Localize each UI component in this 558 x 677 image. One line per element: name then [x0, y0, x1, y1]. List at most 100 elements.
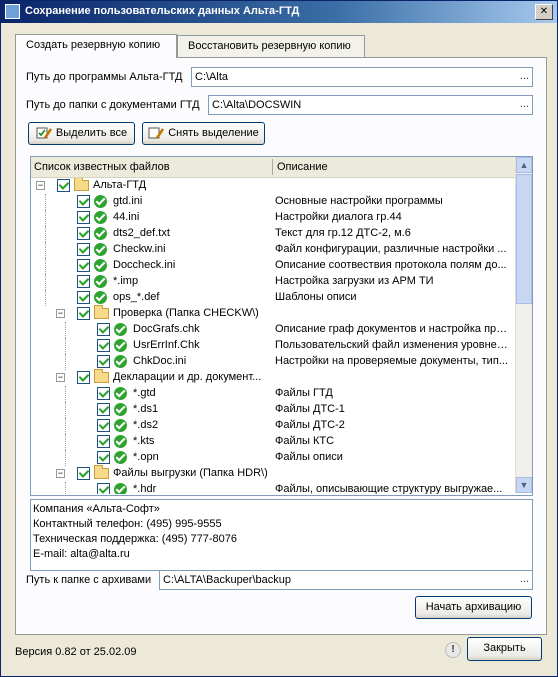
ok-status-icon	[114, 387, 127, 400]
tree-file-row[interactable]: ChkDoc.ini Настройки на проверяемые докум…	[31, 354, 515, 370]
start-archive-button[interactable]: Начать архивацию	[415, 596, 532, 619]
row-checkbox[interactable]	[77, 307, 90, 320]
row-name: DocGrafs.chk	[133, 323, 200, 335]
tree-file-row[interactable]: 44.ini Настройки диалога гр.44	[31, 210, 515, 226]
row-description: Шаблоны описи	[275, 291, 357, 303]
scroll-up-icon[interactable]: ▲	[516, 157, 532, 173]
tree-folder-row[interactable]: − Альта-ГТД	[31, 178, 515, 194]
row-checkbox[interactable]	[97, 339, 110, 352]
tab-restore-backup[interactable]: Восстановить резервную копию	[177, 35, 365, 57]
tree-guide-line	[45, 194, 46, 210]
window-close-icon[interactable]: ✕	[535, 4, 553, 20]
row-checkbox[interactable]	[77, 275, 90, 288]
close-button[interactable]: Закрыть	[467, 637, 542, 661]
select-all-label: Выделить все	[55, 127, 128, 139]
row-checkbox[interactable]	[77, 211, 90, 224]
row-description: Описание соотвествия протокола полям до.…	[275, 259, 507, 271]
docs-path-field[interactable]: C:\Alta\DOCSWIN ...	[208, 95, 533, 115]
archive-path-label: Путь к папке с архивами	[26, 574, 152, 586]
tree-file-row[interactable]: *.kts Файлы КТС	[31, 434, 515, 450]
tree-file-row[interactable]: *.ds1 Файлы ДТС-1	[31, 402, 515, 418]
row-name: *.imp	[113, 275, 139, 287]
tree-scrollbar[interactable]: ▲ ▼	[515, 157, 532, 493]
select-all-button[interactable]: Выделить все	[28, 122, 135, 145]
pencil-uncheck-icon	[148, 126, 165, 140]
tree-file-row[interactable]: *.opn Файлы описи	[31, 450, 515, 466]
col-desc-header[interactable]: Описание	[277, 161, 328, 173]
docs-path-browse-button[interactable]: ...	[520, 98, 529, 110]
window-title: Сохранение пользовательских данных Альта…	[25, 5, 300, 17]
folder-icon	[74, 178, 89, 191]
tree-folder-row[interactable]: − Проверка (Папка CHECKW\)	[31, 305, 515, 322]
tree-folder-row[interactable]: − Файлы выгрузки (Папка HDR\)	[31, 465, 515, 482]
row-description: Файл конфигурации, различные настройки .…	[275, 243, 507, 255]
scroll-down-icon[interactable]: ▼	[516, 477, 532, 493]
row-description: Настройки на проверяемые документы, тип.…	[275, 355, 508, 367]
row-description: Файлы ДТС-2	[275, 419, 345, 431]
row-checkbox[interactable]	[77, 467, 90, 480]
row-checkbox[interactable]	[77, 291, 90, 304]
row-name: *.hdr	[133, 483, 157, 494]
row-name: *.opn	[133, 451, 159, 463]
row-name: Альта-ГТД	[93, 179, 147, 191]
row-description: Файлы ДТС-1	[275, 403, 345, 415]
row-checkbox[interactable]	[77, 259, 90, 272]
collapse-icon[interactable]: −	[56, 469, 65, 478]
ok-status-icon	[94, 227, 107, 240]
tree-file-row[interactable]: UsrErrInf.Chk Пользовательский файл измен…	[31, 338, 515, 354]
ok-status-icon	[94, 211, 107, 224]
row-checkbox[interactable]	[97, 451, 110, 464]
row-description: Пользовательский файл изменения уровней.…	[275, 339, 511, 351]
row-name: ChkDoc.ini	[133, 355, 187, 367]
row-name: dts2_def.txt	[113, 227, 170, 239]
archive-path-field[interactable]: C:\ALTA\Backuper\backup ...	[159, 570, 533, 590]
program-path-browse-button[interactable]: ...	[520, 70, 529, 82]
row-name: *.kts	[133, 435, 155, 447]
tree-file-row[interactable]: gtd.ini Основные настройки программы	[31, 194, 515, 210]
tree-file-row[interactable]: *.hdr Файлы, описывающие структуру выгруж…	[31, 482, 515, 494]
tree-file-row[interactable]: dts2_def.txt Текст для гр.12 ДТС-2, м.6	[31, 226, 515, 242]
column-separator[interactable]	[272, 159, 273, 175]
tree-folder-row[interactable]: − Декларации и др. документ...	[31, 369, 515, 386]
tree-file-row[interactable]: DocGrafs.chk Описание граф документов и н…	[31, 322, 515, 338]
row-checkbox[interactable]	[97, 387, 110, 400]
files-tree[interactable]: Список известных файлов Описание − Альта-…	[30, 156, 533, 496]
row-checkbox[interactable]	[97, 435, 110, 448]
collapse-icon[interactable]: −	[56, 373, 65, 382]
tree-file-row[interactable]: Doccheck.ini Описание соотвествия протоко…	[31, 258, 515, 274]
collapse-icon[interactable]: −	[56, 309, 65, 318]
row-checkbox[interactable]	[97, 419, 110, 432]
row-checkbox[interactable]	[77, 195, 90, 208]
title-bar[interactable]: Сохранение пользовательских данных Альта…	[1, 1, 557, 23]
row-checkbox[interactable]	[97, 403, 110, 416]
row-checkbox[interactable]	[77, 371, 90, 384]
tab-create-backup[interactable]: Создать резервную копию	[15, 34, 177, 58]
deselect-label: Снять выделение	[168, 127, 259, 139]
tree-file-row[interactable]: ops_*.def Шаблоны описи	[31, 290, 515, 306]
collapse-icon[interactable]: −	[36, 181, 45, 190]
row-description: Файлы, описывающие структуру выгружае...	[275, 483, 503, 494]
tree-guide-line	[65, 482, 66, 494]
program-path-field[interactable]: C:\Alta ...	[191, 67, 533, 87]
tree-file-row[interactable]: Checkw.ini Файл конфигурации, различные н…	[31, 242, 515, 258]
row-checkbox[interactable]	[97, 483, 110, 494]
col-files-header[interactable]: Список известных файлов	[34, 161, 170, 173]
row-checkbox[interactable]	[77, 227, 90, 240]
tree-guide-line	[45, 274, 46, 290]
ok-status-icon	[94, 259, 107, 272]
row-description: Описание граф документов и настройка про…	[275, 323, 511, 335]
tree-file-row[interactable]: *.imp Настройка загрузки из АРМ ТИ	[31, 274, 515, 290]
tree-file-row[interactable]: *.gtd Файлы ГТД	[31, 386, 515, 402]
row-checkbox[interactable]	[57, 179, 70, 192]
deselect-button[interactable]: Снять выделение	[142, 122, 265, 145]
scroll-thumb[interactable]	[516, 174, 532, 304]
row-checkbox[interactable]	[97, 323, 110, 336]
info-icon[interactable]: !	[445, 642, 461, 658]
tree-file-row[interactable]: *.ds2 Файлы ДТС-2	[31, 418, 515, 434]
archive-path-browse-button[interactable]: ...	[520, 573, 529, 585]
row-checkbox[interactable]	[97, 355, 110, 368]
ok-status-icon	[114, 435, 127, 448]
ok-status-icon	[114, 419, 127, 432]
tree-guide-line	[65, 434, 66, 450]
row-checkbox[interactable]	[77, 243, 90, 256]
